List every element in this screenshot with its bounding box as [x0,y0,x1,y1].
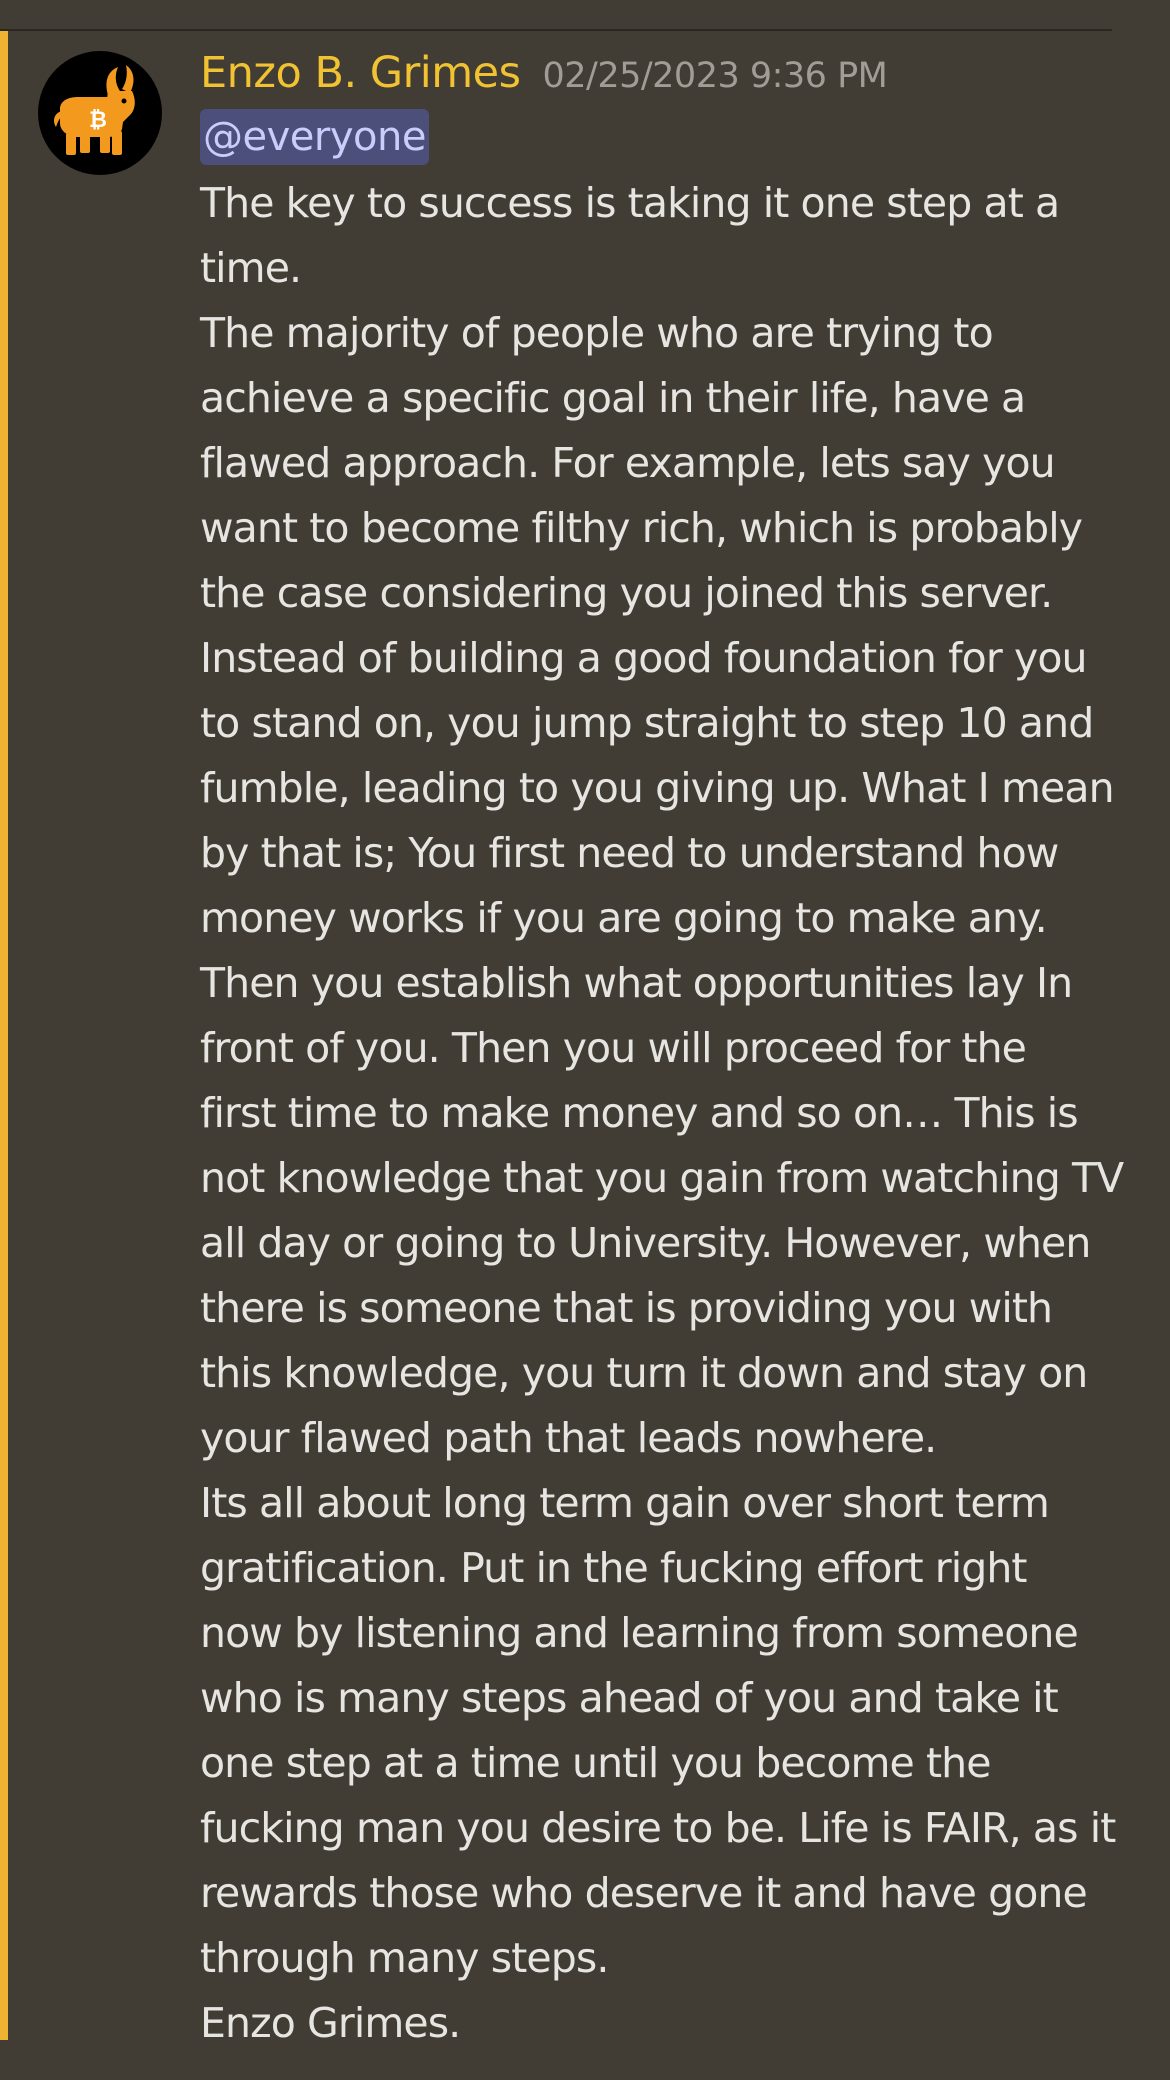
message-line: fumble, leading to you giving up. What I… [200,764,1115,812]
avatar[interactable]: ₿ [38,51,162,175]
message-line: there is someone that is providing you w… [200,1284,1053,1332]
message-line: money works if you are going to make any… [200,894,1048,942]
author-name[interactable]: Enzo B. Grimes [200,48,521,98]
message-line: this knowledge, you turn it down and sta… [200,1349,1088,1397]
message-line: rewards those who deserve it and have go… [200,1869,1088,1917]
bitcoin-bull-icon: ₿ [54,65,135,155]
message-line: to stand on, you jump straight to step 1… [200,699,1094,747]
chat-message[interactable]: ₿ Enzo B. Grimes 02/25/2023 9:36 PM @ever… [0,31,1170,2047]
message-line: one step at a time until you become the [200,1739,991,1787]
message-line: want to become filthy rich, which is pro… [200,504,1083,552]
message-line: Instead of building a good foundation fo… [200,634,1087,682]
message-line: who is many steps ahead of you and take … [200,1674,1059,1722]
message-line: flawed approach. For example, lets say y… [200,439,1056,487]
message-content: The key to success is taking it one step… [200,171,1170,2056]
message-line: Its all about long term gain over short … [200,1479,1050,1527]
message-line: through many steps. [200,1934,609,1982]
message-line: fucking man you desire to be. Life is FA… [200,1804,1116,1852]
message-line: Enzo Grimes. [200,1999,461,2047]
everyone-mention[interactable]: @everyone [200,109,429,165]
message-timestamp: 02/25/2023 9:36 PM [542,56,888,96]
message-line: time. [200,244,302,292]
mention-highlight-bar [0,31,8,2040]
message-line: achieve a specific goal in their life, h… [200,374,1026,422]
message-line: The key to success is taking it one step… [200,179,1060,227]
message-line: front of you. Then you will proceed for … [200,1024,1027,1072]
message-line: now by listening and learning from someo… [200,1609,1079,1657]
message-line: all day or going to University. However,… [200,1219,1091,1267]
message-line: The majority of people who are trying to [200,309,994,357]
message-header: Enzo B. Grimes 02/25/2023 9:36 PM [200,43,888,103]
message-line: gratification. Put in the fucking effort… [200,1544,1028,1592]
message-line: Then you establish what opportunities la… [200,959,1073,1007]
message-line: your flawed path that leads nowhere. [200,1414,937,1462]
message-line: first time to make money and so on… This… [200,1089,1079,1137]
message-line: not knowledge that you gain from watchin… [200,1154,1124,1202]
message-line: by that is; You first need to understand… [200,829,1059,877]
message-line: the case considering you joined this ser… [200,569,1053,617]
svg-text:₿: ₿ [89,108,107,133]
